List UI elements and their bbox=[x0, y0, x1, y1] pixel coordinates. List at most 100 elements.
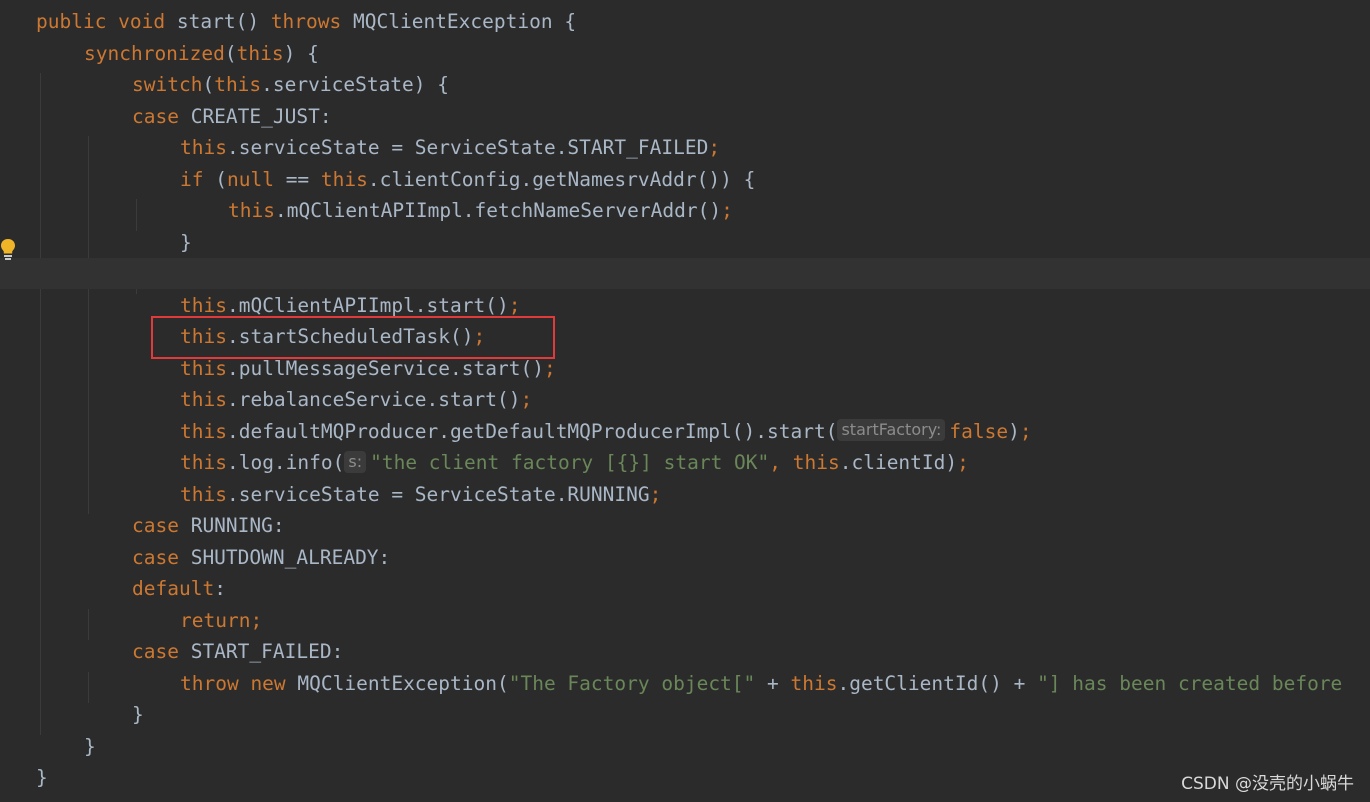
keyword-token: if bbox=[180, 167, 216, 191]
code-text: case START_FAILED: bbox=[132, 636, 343, 667]
code-token: ) bbox=[1008, 419, 1020, 443]
code-line[interactable]: } bbox=[0, 227, 1370, 258]
code-token: MQClientException { bbox=[353, 10, 577, 33]
keyword-token: false bbox=[949, 419, 1009, 443]
code-line[interactable]: public void start() throws MQClientExcep… bbox=[0, 6, 1370, 37]
code-line[interactable]: case CREATE_JUST: bbox=[0, 101, 1370, 132]
code-token: .mQClientAPIImpl.start() bbox=[226, 293, 509, 317]
keyword-token: ; bbox=[508, 293, 521, 317]
code-token: .defaultMQProducer.getDefaultMQProducerI… bbox=[226, 419, 838, 443]
code-token: } bbox=[180, 230, 192, 254]
code-line[interactable]: switch(this.serviceState) { bbox=[0, 69, 1370, 100]
code-token: == bbox=[285, 167, 321, 191]
code-text: } bbox=[84, 731, 96, 762]
code-text: throw new MQClientException("The Factory… bbox=[180, 668, 1342, 699]
code-text: } bbox=[132, 699, 144, 730]
code-token: ( bbox=[224, 41, 237, 65]
code-token: ( bbox=[215, 167, 227, 191]
code-token: .clientConfig.getNamesrvAddr()) { bbox=[367, 167, 756, 191]
keyword-token: this bbox=[180, 482, 227, 506]
code-line[interactable]: case RUNNING: bbox=[0, 510, 1370, 541]
keyword-token: ; bbox=[649, 482, 662, 506]
keyword-token: ; bbox=[1019, 419, 1032, 443]
code-token: start() bbox=[176, 10, 271, 33]
keyword-token: this bbox=[180, 356, 227, 380]
keyword-token: default bbox=[132, 577, 215, 600]
lightbulb-icon[interactable] bbox=[0, 238, 16, 262]
code-token: } bbox=[36, 766, 48, 789]
keyword-token: ; bbox=[520, 388, 533, 411]
keyword-token: ; bbox=[708, 136, 721, 159]
code-token: ) { bbox=[283, 41, 319, 65]
code-line[interactable]: return; bbox=[0, 605, 1370, 636]
code-text: this.serviceState = ServiceState.START_F… bbox=[180, 132, 720, 163]
code-line[interactable]: this.log.info(s: "the client factory [{}]… bbox=[0, 447, 1370, 478]
code-text: } bbox=[180, 227, 192, 258]
keyword-token: this bbox=[790, 671, 838, 695]
keyword-token: case bbox=[132, 545, 191, 569]
code-text: this.serviceState = ServiceState.RUNNING… bbox=[180, 479, 661, 510]
keyword-token: ; bbox=[543, 356, 556, 380]
code-token: .log.info( bbox=[226, 451, 345, 474]
keyword-token: this bbox=[228, 199, 275, 222]
keyword-token: ; bbox=[721, 199, 733, 222]
code-token: } bbox=[84, 734, 96, 758]
string-token: "The Factory object[" bbox=[508, 671, 768, 695]
code-text: this.rebalanceService.start(); bbox=[180, 384, 532, 415]
keyword-token: case bbox=[132, 640, 191, 663]
code-text: this.defaultMQProducer.getDefaultMQProdu… bbox=[180, 416, 1032, 447]
code-token: .mQClientAPIImpl.fetchNameServerAddr() bbox=[274, 199, 722, 222]
code-line[interactable]: this.mQClientAPIImpl.fetchNameServerAddr… bbox=[0, 195, 1370, 226]
code-line[interactable]: this.serviceState = ServiceState.START_F… bbox=[0, 132, 1370, 163]
code-line[interactable]: if (null == this.clientConfig.getNamesrv… bbox=[0, 164, 1370, 195]
code-text: switch(this.serviceState) { bbox=[132, 69, 449, 100]
keyword-token: throws bbox=[270, 10, 353, 33]
code-text: } bbox=[36, 762, 48, 793]
code-token: : bbox=[214, 577, 226, 600]
keyword-token: this bbox=[236, 41, 284, 65]
code-line[interactable]: } bbox=[0, 699, 1370, 730]
code-token: } bbox=[132, 703, 144, 726]
parameter-hint: startFactory: bbox=[837, 419, 946, 441]
code-line[interactable]: throw new MQClientException("The Factory… bbox=[0, 668, 1370, 699]
parameter-hint: s: bbox=[344, 450, 367, 473]
code-line[interactable]: } bbox=[0, 762, 1370, 793]
code-text: case CREATE_JUST: bbox=[132, 101, 332, 132]
code-token: .clientId) bbox=[839, 451, 958, 474]
keyword-token: this bbox=[180, 451, 227, 474]
code-line[interactable]: this.serviceState = ServiceState.RUNNING… bbox=[0, 479, 1370, 510]
code-line[interactable]: synchronized(this) { bbox=[0, 38, 1370, 69]
code-text: this.mQClientAPIImpl.fetchNameServerAddr… bbox=[228, 195, 733, 226]
code-text: case RUNNING: bbox=[132, 510, 285, 541]
code-line[interactable]: this.rebalanceService.start(); bbox=[0, 384, 1370, 415]
keyword-token: this bbox=[214, 73, 262, 96]
code-line[interactable]: case START_FAILED: bbox=[0, 636, 1370, 667]
code-text: if (null == this.clientConfig.getNamesrv… bbox=[180, 164, 755, 195]
code-text: public void start() throws MQClientExcep… bbox=[36, 6, 576, 37]
keyword-token: return; bbox=[180, 608, 263, 632]
string-token: "] has been created before bbox=[1037, 671, 1343, 695]
code-line[interactable]: case SHUTDOWN_ALREADY: bbox=[0, 542, 1370, 573]
code-line[interactable]: default: bbox=[0, 573, 1370, 604]
keyword-token: public void bbox=[36, 10, 177, 33]
code-editor[interactable]: public void start() throws MQClientExcep… bbox=[0, 0, 1370, 802]
code-text: this.log.info(s: "the client factory [{}]… bbox=[180, 447, 969, 478]
keyword-token: null bbox=[226, 167, 286, 191]
code-token: START_FAILED: bbox=[190, 640, 344, 663]
keyword-token: throw new bbox=[180, 671, 298, 695]
highlight-box bbox=[151, 316, 555, 359]
watermark: CSDN @没壳的小蜗牛 bbox=[1181, 774, 1354, 794]
keyword-token: this bbox=[180, 419, 227, 443]
code-token: .pullMessageService.start() bbox=[226, 356, 544, 380]
code-token: MQClientException( bbox=[297, 671, 509, 695]
code-token: .rebalanceService.start() bbox=[226, 388, 521, 411]
code-token: .serviceState = ServiceState.START_FAILE… bbox=[226, 136, 709, 159]
code-token: ( bbox=[202, 73, 215, 96]
current-line[interactable] bbox=[0, 258, 1370, 289]
code-line[interactable]: } bbox=[0, 731, 1370, 762]
code-line[interactable]: this.defaultMQProducer.getDefaultMQProdu… bbox=[0, 416, 1370, 447]
keyword-token: this bbox=[180, 293, 227, 317]
keyword-token: this bbox=[180, 136, 227, 159]
code-token: .serviceState = ServiceState.RUNNING bbox=[226, 482, 650, 506]
string-token: "the client factory [{}] start OK" bbox=[370, 451, 770, 474]
